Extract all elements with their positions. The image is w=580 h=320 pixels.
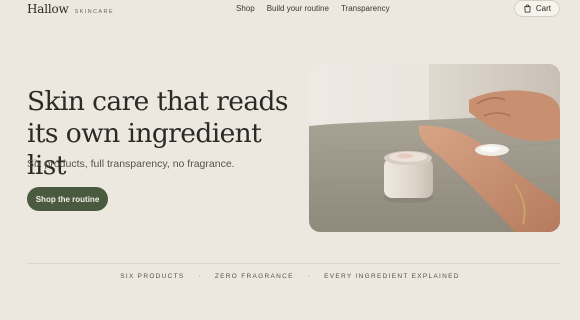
feature-ingredients-explained: EVERY INGREDIENT EXPLAINED [324,272,460,280]
brand-logo[interactable]: Hallow SKINCARE [27,2,114,16]
section-divider [27,263,560,264]
shopping-bag-icon [523,4,532,13]
feature-strip: SIX PRODUCTS · ZERO FRAGRANCE · EVERY IN… [0,271,580,281]
shop-routine-button[interactable]: Shop the routine [27,187,108,211]
nav-link-shop[interactable]: Shop [236,4,255,13]
feature-separator: · [198,272,201,280]
hero-subtitle: Six products, full transparency, no frag… [27,158,235,170]
feature-separator: · [307,272,311,280]
site-header: Hallow SKINCARE Shop Build your routine … [0,0,580,24]
cart-button[interactable]: Cart [513,0,560,17]
main-nav: Shop Build your routine Transparency [236,4,390,13]
hero-photo-illustration [309,64,560,232]
nav-link-transparency[interactable]: Transparency [341,4,390,13]
nav-link-build-routine[interactable]: Build your routine [267,4,329,13]
feature-six-products: SIX PRODUCTS [120,272,185,280]
cart-label: Cart [535,4,551,13]
feature-zero-fragrance: ZERO FRAGRANCE [214,272,294,280]
brand-tagline: SKINCARE [74,9,114,15]
brand-name: Hallow [27,2,69,16]
hero-image [309,64,560,232]
